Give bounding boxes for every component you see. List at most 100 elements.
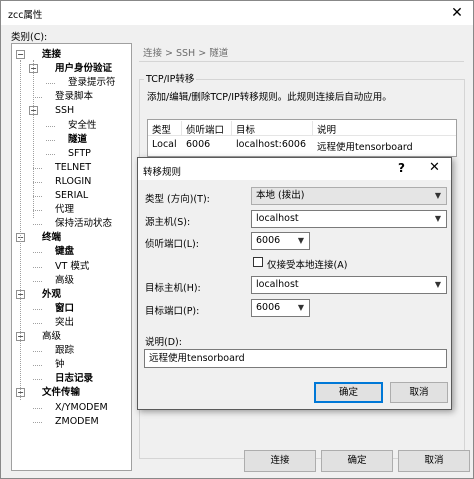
tree-connector <box>33 266 42 268</box>
tree-connector <box>33 280 42 282</box>
cell-listen-port: 6006 <box>186 139 211 150</box>
chevron-down-icon[interactable]: ▼ <box>294 233 308 249</box>
column-header-type[interactable]: 类型 <box>152 122 171 136</box>
tree-item[interactable]: 窗口 <box>55 302 74 315</box>
tree-connector <box>33 351 42 353</box>
tree-connector <box>33 60 34 218</box>
tree-connector <box>33 224 42 226</box>
tree-item[interactable]: VT 模式 <box>55 260 89 273</box>
tree-connector <box>46 125 55 127</box>
local-only-label[interactable]: 仅接受本地连接(A) <box>267 257 347 271</box>
cell-description: 远程使用tensorboard <box>317 142 413 153</box>
type-select[interactable]: 本地 (拨出) ▼ <box>251 187 447 205</box>
listen-port-value: 6006 <box>256 235 281 246</box>
tree-connector <box>20 60 21 400</box>
tree-item[interactable]: 登录提示符 <box>68 76 116 89</box>
tree-item[interactable]: 高级 <box>42 330 61 343</box>
chevron-down-icon[interactable]: ▼ <box>294 300 308 316</box>
target-port-label: 目标端口(P): <box>145 306 200 317</box>
tree-item[interactable]: SERIAL <box>55 189 88 202</box>
tree-connector <box>33 365 42 367</box>
tree-item[interactable]: 代理 <box>55 203 74 216</box>
tree-item[interactable]: 用户身份验证 <box>55 62 112 75</box>
type-label: 类型 (方向)(T): <box>145 194 210 205</box>
column-header-description[interactable]: 说明 <box>317 122 336 136</box>
tree-item[interactable]: 保持活动状态 <box>55 217 112 230</box>
group-title: TCP/IP转移 <box>144 71 197 85</box>
tree-item[interactable]: SFTP <box>68 147 91 160</box>
tree-item[interactable]: 安全性 <box>68 119 97 132</box>
tree-item[interactable]: 登录脚本 <box>55 90 93 103</box>
forwarding-rules-table[interactable]: 类型 侦听端口 目标 说明 Local 6006 localhost:6006 … <box>147 119 457 157</box>
target-host-combo[interactable]: localhost ▼ <box>251 276 447 294</box>
tree-item[interactable]: X/YMODEM <box>55 401 108 414</box>
dialog-title-bar: 转移规则 ? ✕ <box>138 158 451 180</box>
column-header-listen-port[interactable]: 侦听端口 <box>186 122 224 136</box>
tree-item[interactable]: SSH <box>55 104 74 117</box>
target-port-value: 6006 <box>256 302 281 313</box>
tree-connector <box>33 322 42 324</box>
tree-item[interactable]: 高级 <box>55 274 74 287</box>
tree-item[interactable]: TELNET <box>55 161 91 174</box>
tree-item[interactable]: 键盘 <box>55 245 74 258</box>
tree-connector <box>33 252 42 254</box>
help-icon[interactable]: ? <box>398 161 405 175</box>
target-host-value: localhost <box>256 279 299 290</box>
tree-item[interactable]: 外观 <box>42 288 61 301</box>
target-port-combo[interactable]: 6006 ▼ <box>251 299 310 317</box>
tree-item[interactable]: 终端 <box>42 231 61 244</box>
tree-item[interactable]: ZMODEM <box>55 415 99 428</box>
tree-item[interactable]: 文件传输 <box>42 386 80 399</box>
title-bar: zcc属性 ✕ <box>1 1 473 25</box>
tree-connector <box>46 139 55 141</box>
target-host-label: 目标主机(H): <box>145 283 201 294</box>
tree-connector <box>33 167 42 169</box>
close-icon[interactable]: ✕ <box>429 160 440 175</box>
cell-target: localhost:6006 <box>236 139 307 150</box>
tree-item[interactable]: 钟 <box>55 358 65 371</box>
close-icon[interactable]: ✕ <box>445 4 469 22</box>
ok-button[interactable]: 确定 <box>321 450 393 472</box>
tree-connector <box>33 196 42 197</box>
dialog-ok-button[interactable]: 确定 <box>314 382 383 403</box>
chevron-down-icon[interactable]: ▼ <box>431 277 445 293</box>
tree-connector <box>33 421 42 423</box>
tree-connector <box>33 210 42 212</box>
collapse-toggle-icon[interactable]: − <box>16 50 25 59</box>
tree-item[interactable]: 日志记录 <box>55 372 93 385</box>
category-tree[interactable]: − 连接 − 用户身份验证 登录提示符 登录脚本 − SSH 安全性 隧道 SFTP TELNET RL… <box>11 43 132 471</box>
description-label: 说明(D): <box>145 337 182 348</box>
tree-item[interactable]: 跟踪 <box>55 344 74 357</box>
tree-item[interactable]: 连接 <box>42 48 61 61</box>
cancel-button[interactable]: 取消 <box>398 450 470 472</box>
tree-item[interactable]: 隧道 <box>68 133 87 146</box>
breadcrumb: 连接 > SSH > 隧道 <box>143 48 229 59</box>
tree-item[interactable]: 突出 <box>55 316 74 329</box>
table-row[interactable]: Local 6006 localhost:6006 远程使用tensorboar… <box>148 137 456 153</box>
local-only-checkbox[interactable] <box>253 257 263 267</box>
dialog-title: 转移规则 <box>143 167 182 178</box>
listen-port-combo[interactable]: 6006 ▼ <box>251 232 310 250</box>
dialog-cancel-button[interactable]: 取消 <box>390 382 448 403</box>
column-divider <box>231 121 232 135</box>
column-header-target[interactable]: 目标 <box>236 122 255 136</box>
type-value: 本地 (拨出) <box>256 190 305 201</box>
tree-connector <box>46 153 55 155</box>
category-label: 类别(C): <box>11 32 48 43</box>
tree-connector <box>33 379 42 381</box>
tree-connector <box>33 308 42 310</box>
tree-connector <box>33 181 42 183</box>
tree-item[interactable]: RLOGIN <box>55 175 91 188</box>
chevron-down-icon: ▼ <box>434 191 442 200</box>
divider <box>139 61 464 62</box>
connect-button[interactable]: 连接 <box>244 450 316 472</box>
column-divider <box>181 121 182 135</box>
description-input[interactable]: 远程使用tensorboard <box>144 349 447 368</box>
source-host-value: localhost <box>256 213 299 224</box>
chevron-down-icon[interactable]: ▼ <box>431 211 445 227</box>
column-divider <box>312 121 313 135</box>
source-host-label: 源主机(S): <box>145 217 191 228</box>
source-host-combo[interactable]: localhost ▼ <box>251 210 447 228</box>
tree-connector <box>33 407 42 409</box>
group-description: 添加/编辑/删除TCP/IP转移规则。此规则连接后自动应用。 <box>147 92 392 103</box>
